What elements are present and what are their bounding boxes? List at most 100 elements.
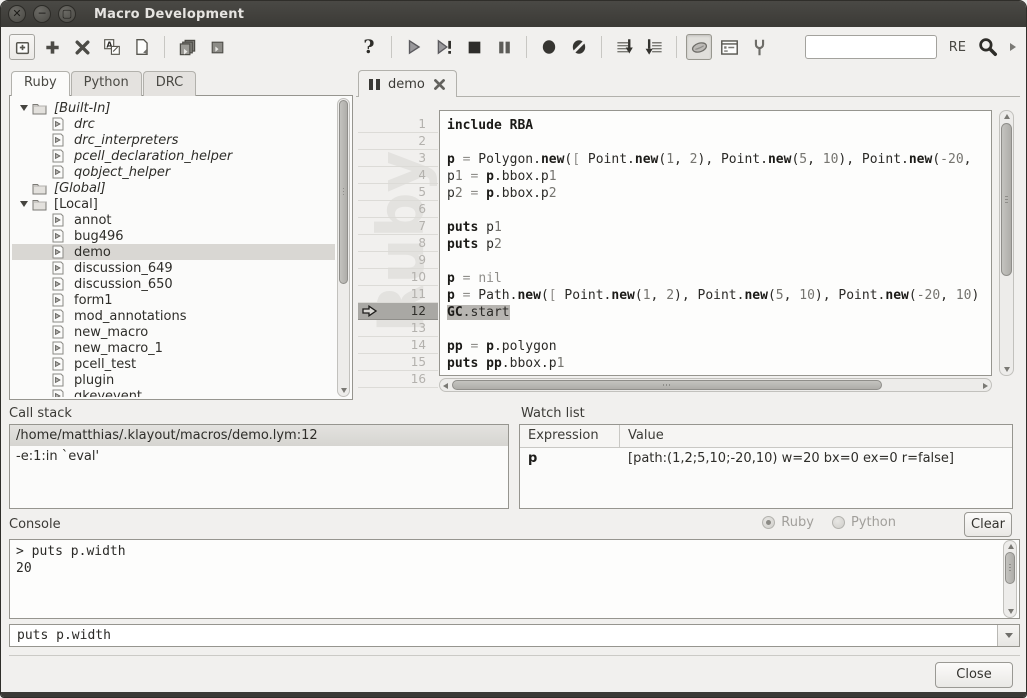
tree-expander-icon[interactable] <box>16 201 32 207</box>
tree-item-qkeyevent[interactable]: qkeyevent <box>12 388 335 397</box>
tree-item-built-in[interactable]: [Built-In] <box>12 100 335 116</box>
breakpoint-button[interactable] <box>536 34 562 60</box>
run-from-current-button[interactable] <box>431 34 457 60</box>
gutter-line-2[interactable]: 2 <box>358 133 438 150</box>
gutter-line-8[interactable]: 8 <box>358 235 438 252</box>
tree-item-plugin[interactable]: plugin <box>12 372 335 388</box>
gutter-line-6[interactable]: 6 <box>358 201 438 218</box>
gutter-line-3[interactable]: 3 <box>358 150 438 167</box>
gutter-line-7[interactable]: 7 <box>358 218 438 235</box>
save-all-button[interactable] <box>174 34 200 60</box>
debugger-toggle-button[interactable] <box>686 34 712 60</box>
tree-item-global[interactable]: [Global] <box>12 180 335 196</box>
tree-item-pcell_test[interactable]: pcell_test <box>12 356 335 372</box>
help-icon: ? <box>363 36 374 58</box>
import-macro-button[interactable] <box>129 34 155 60</box>
properties-button[interactable] <box>716 34 742 60</box>
code-line-5: p2 = p.bbox.p2 <box>447 185 991 202</box>
editor-tab-demo[interactable]: demo <box>358 70 457 97</box>
search-icon[interactable] <box>978 37 998 57</box>
editor-vertical-scrollbar[interactable] <box>999 110 1014 376</box>
clear-console-button[interactable]: Clear <box>964 512 1012 537</box>
tree-item-mod_annotations[interactable]: mod_annotations <box>12 308 335 324</box>
call-stack-frame[interactable]: /home/matthias/.klayout/macros/demo.lym:… <box>10 425 508 446</box>
step-into-button[interactable] <box>611 34 637 60</box>
search-input[interactable] <box>805 35 937 59</box>
gutter-line-10[interactable]: 10 <box>358 269 438 286</box>
console-scrollbar[interactable] <box>1003 540 1017 618</box>
tree-item-annot[interactable]: annot <box>12 212 335 228</box>
gutter-line-13[interactable]: 13 <box>358 320 438 337</box>
help-button[interactable]: ? <box>356 34 382 60</box>
console-output-line: > puts p.width <box>16 543 1013 560</box>
tree-item-bug496[interactable]: bug496 <box>12 228 335 244</box>
run-button[interactable] <box>401 34 427 60</box>
tree-scrollbar[interactable] <box>337 98 350 397</box>
watch-row[interactable]: p[path:(1,2;5,10;-20,10) w=20 bx=0 ex=0 … <box>520 448 1012 470</box>
gutter-line-5[interactable]: 5 <box>358 184 438 201</box>
pause-button[interactable] <box>491 34 517 60</box>
tab-drc[interactable]: DRC <box>143 71 196 96</box>
tree-item-local[interactable]: [Local] <box>12 196 335 212</box>
new-macro-button[interactable] <box>39 34 65 60</box>
delete-macro-button[interactable] <box>69 34 95 60</box>
gutter-line-9[interactable]: 9 <box>358 252 438 269</box>
tree-item-new_macro_1[interactable]: new_macro_1 <box>12 340 335 356</box>
code-line-6 <box>447 202 991 219</box>
tab-ruby[interactable]: Ruby <box>11 71 70 96</box>
gutter-line-14[interactable]: 14 <box>358 337 438 354</box>
radio-circle-icon <box>832 516 845 529</box>
radio-python[interactable]: Python <box>832 515 896 530</box>
tree-item-discussion_649[interactable]: discussion_649 <box>12 260 335 276</box>
step-over-button[interactable] <box>641 34 667 60</box>
tree-item-new_macro[interactable]: new_macro <box>12 324 335 340</box>
tree-item-label: form1 <box>74 293 113 308</box>
tree-item-drc_interpreters[interactable]: drc_interpreters <box>12 132 335 148</box>
window-maximize-button[interactable]: ▢ <box>58 5 76 23</box>
interpreter-radio-group: Ruby Python <box>762 515 896 530</box>
close-button[interactable]: Close <box>935 662 1013 688</box>
macro-file-icon <box>52 309 64 323</box>
clear-breakpoints-button[interactable] <box>566 34 592 60</box>
title-bar: ✕ ─ ▢ Macro Development <box>1 1 1026 27</box>
console-history-dropdown[interactable] <box>997 625 1019 646</box>
execution-pointer-icon <box>362 305 377 317</box>
save-all-icon <box>178 38 197 57</box>
gutter-line-16[interactable]: 16 <box>358 371 438 388</box>
gutter-line-12[interactable]: 12 <box>358 303 438 320</box>
add-location-button[interactable] <box>9 34 35 60</box>
watch-col-value: Value <box>620 425 672 447</box>
tree-item-drc[interactable]: drc <box>12 116 335 132</box>
tree-expander-icon[interactable] <box>16 105 32 111</box>
code-area[interactable]: include RBAp = Polygon.new([ Point.new(1… <box>439 110 992 376</box>
console-input[interactable] <box>10 625 997 646</box>
tree-item-qobject_helper[interactable]: qobject_helper <box>12 164 335 180</box>
tree-item-pcell_declaration_helper[interactable]: pcell_declaration_helper <box>12 148 335 164</box>
radio-ruby[interactable]: Ruby <box>762 515 814 530</box>
tab-close-icon[interactable] <box>433 78 446 91</box>
stop-button[interactable] <box>461 34 487 60</box>
window-minimize-button[interactable]: ─ <box>33 5 51 23</box>
gutter-line-11[interactable]: 11 <box>358 286 438 303</box>
gutter-line-1[interactable]: 1 <box>358 116 438 133</box>
tree-item-demo[interactable]: demo <box>12 244 335 260</box>
console-label: Console <box>9 517 61 532</box>
gutter-line-4[interactable]: 4 <box>358 167 438 184</box>
tree-item-label: annot <box>74 213 112 228</box>
editor-gutter[interactable]: Ruby 12345678910111213141516 <box>358 116 438 391</box>
call-stack-frame[interactable]: -e:1:in `eval' <box>10 446 508 467</box>
editor-horizontal-scrollbar[interactable] <box>439 378 992 392</box>
macro-file-icon <box>52 277 64 291</box>
search-expand-icon[interactable] <box>1010 43 1016 51</box>
window-close-button[interactable]: ✕ <box>8 5 26 23</box>
rename-macro-button[interactable]: A <box>99 34 125 60</box>
tree-item-form1[interactable]: form1 <box>12 292 335 308</box>
macro-file-icon <box>52 229 64 243</box>
gutter-line-15[interactable]: 15 <box>358 354 438 371</box>
tree-item-discussion_650[interactable]: discussion_650 <box>12 276 335 292</box>
setup-button[interactable] <box>746 34 772 60</box>
tab-python[interactable]: Python <box>71 71 142 96</box>
save-button[interactable] <box>204 34 230 60</box>
console-output[interactable]: > puts p.width20 <box>9 539 1020 619</box>
step-into-icon <box>615 38 634 57</box>
